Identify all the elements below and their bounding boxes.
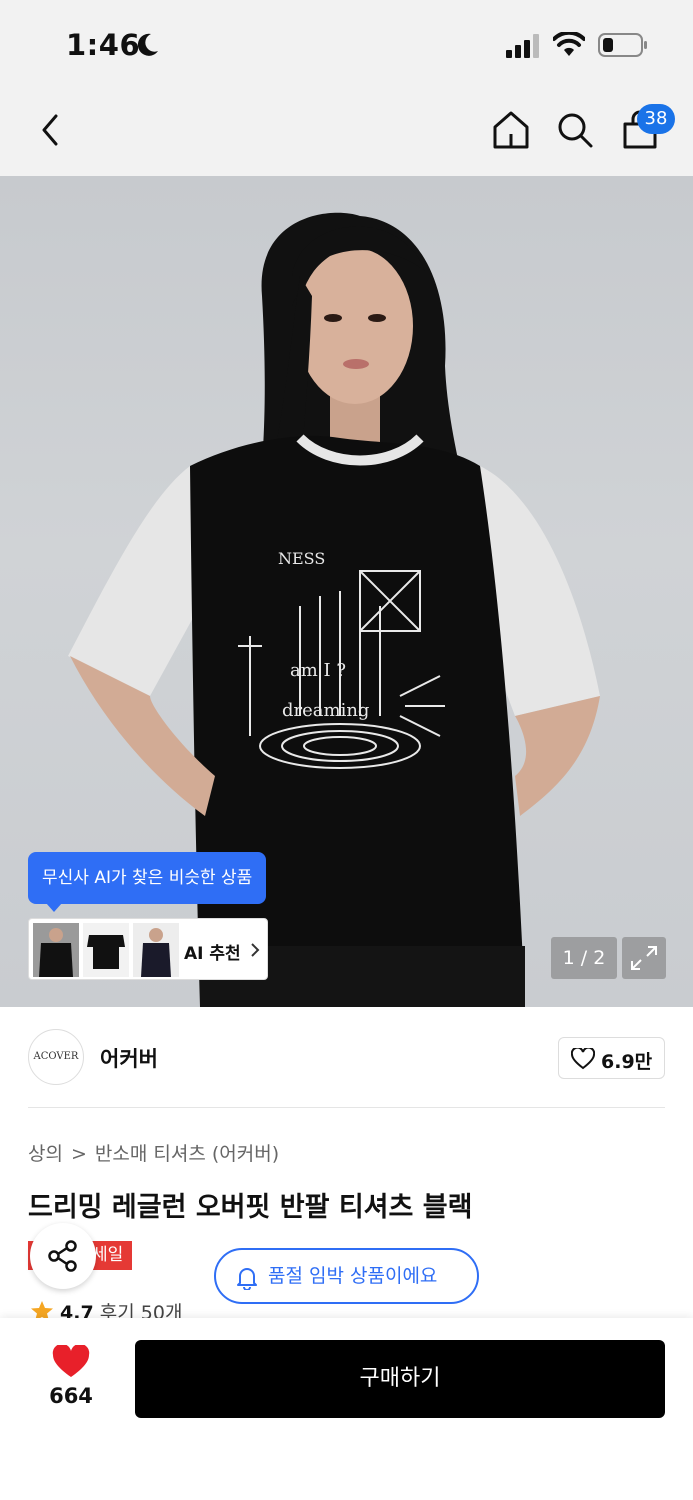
app-header xyxy=(0,90,693,176)
breadcrumb: 상의 > 반소매 티셔츠 (어커버) xyxy=(28,1139,279,1166)
ai-thumb-3 xyxy=(133,923,179,977)
status-time: 1:46 xyxy=(66,28,141,62)
ai-recommend-button[interactable]: AI 추천 xyxy=(28,918,268,980)
heart-filled-icon[interactable] xyxy=(52,1345,90,1379)
low-stock-notice[interactable]: 품절 임박 상품이에요 xyxy=(214,1248,479,1304)
buy-button[interactable]: 구매하기 xyxy=(135,1340,665,1418)
brand-logo[interactable]: ACOVER xyxy=(28,1029,84,1085)
share-button[interactable] xyxy=(30,1223,96,1289)
expand-image-button[interactable] xyxy=(622,937,666,979)
cart-count-badge: 38 xyxy=(637,104,675,134)
home-icon[interactable] xyxy=(490,108,532,152)
svg-text:dreaming: dreaming xyxy=(282,700,369,721)
battery-icon xyxy=(598,33,647,57)
divider xyxy=(28,1107,665,1108)
breadcrumb-level2[interactable]: 반소매 티셔츠 (어커버) xyxy=(95,1143,279,1165)
ai-thumb-1 xyxy=(33,923,79,977)
bell-icon xyxy=(237,1268,257,1290)
share-icon xyxy=(48,1240,77,1272)
like-count: 664 xyxy=(49,1384,93,1408)
signal-icon xyxy=(506,34,539,58)
brand-like-button[interactable]: 6.9만 xyxy=(558,1037,665,1079)
product-title: 드리밍 레글런 오버핏 반팔 티셔츠 블랙 xyxy=(28,1192,473,1223)
moon-icon xyxy=(137,33,158,56)
search-icon[interactable] xyxy=(554,108,596,152)
wifi-icon xyxy=(553,32,585,56)
breadcrumb-level1[interactable]: 상의 xyxy=(28,1143,63,1165)
heart-outline-icon xyxy=(571,1048,595,1070)
ai-recommend-label: AI 추천 xyxy=(184,944,241,964)
brand-like-count: 6.9만 xyxy=(601,1051,653,1073)
back-icon[interactable] xyxy=(34,110,68,150)
svg-text:am I ?: am I ? xyxy=(290,660,346,681)
ai-thumb-2 xyxy=(83,923,129,977)
low-stock-text: 품절 임박 상품이에요 xyxy=(268,1265,438,1287)
expand-icon xyxy=(631,946,657,970)
status-bar: 1:46 xyxy=(0,0,693,90)
ai-recommend-tooltip[interactable]: 무신사 AI가 찾은 비슷한 상품 xyxy=(28,852,267,912)
breadcrumb-separator: > xyxy=(70,1143,87,1165)
brand-name[interactable]: 어커버 xyxy=(100,1043,158,1073)
image-page-indicator: 1 / 2 xyxy=(551,937,617,979)
svg-text:NESS: NESS xyxy=(278,549,325,568)
chevron-right-icon xyxy=(251,943,260,957)
